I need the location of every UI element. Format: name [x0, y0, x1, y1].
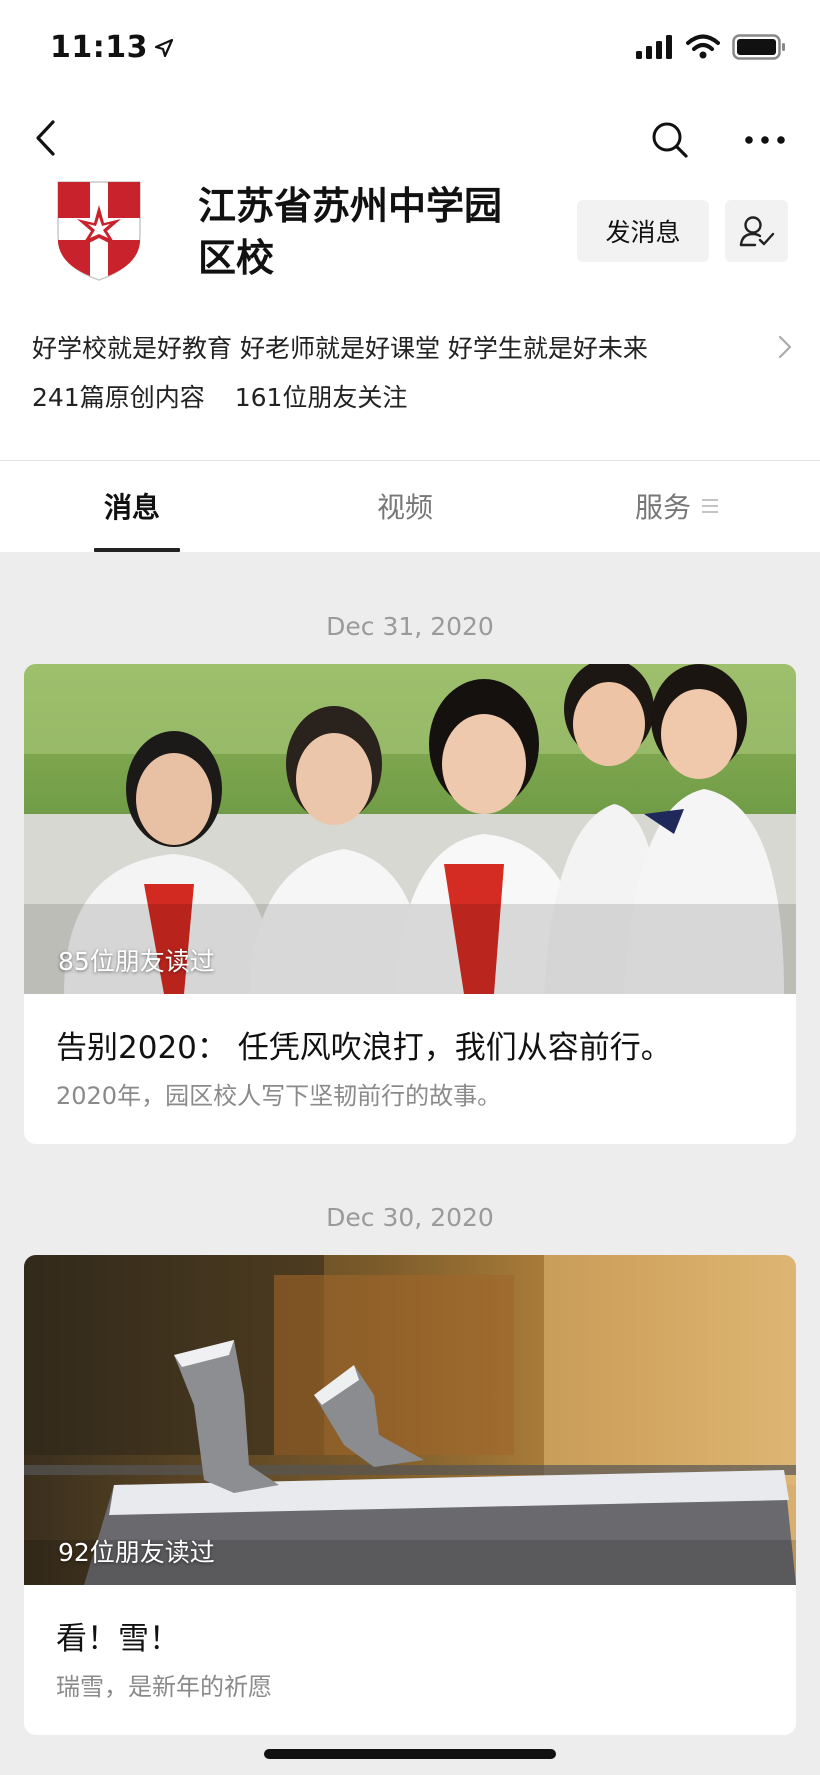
original-count[interactable]: 241篇原创内容: [32, 378, 205, 414]
article-cover-image: 92位朋友读过: [24, 1255, 796, 1585]
article-title: 告别2020： 任凭风吹浪打，我们从容前行。: [56, 1030, 672, 1066]
article-description: 瑞雪，是新年的祈愿: [56, 1673, 272, 1701]
account-avatar[interactable]: [56, 178, 142, 282]
more-button[interactable]: [742, 122, 788, 158]
status-icons: [636, 34, 786, 60]
article-title: 看！雪！: [56, 1621, 180, 1657]
account-slogan: 好学校就是好教育 好老师就是好课堂 好学生就是好未来: [32, 334, 648, 363]
article-card[interactable]: 85位朋友读过 告别2020： 任凭风吹浪打，我们从容前行。 2020年，园区校…: [24, 664, 796, 1144]
followed-button[interactable]: [725, 200, 788, 262]
account-name: 江苏省苏州中学园区校: [198, 184, 503, 280]
chevron-right-icon: [778, 335, 792, 359]
account-header: 11:13 江苏省苏州中学园区校 发消息 好学校就是好教育 好老师就是好课堂 好…: [0, 0, 820, 552]
wifi-icon: [686, 34, 720, 59]
followers-count[interactable]: 161位朋友关注: [235, 378, 408, 414]
home-indicator[interactable]: [264, 1749, 556, 1759]
back-button[interactable]: [28, 116, 62, 160]
article-cover-image: 85位朋友读过: [24, 664, 796, 994]
feed-date: Dec 30, 2020: [326, 1203, 494, 1232]
tab-messages[interactable]: 消息: [104, 486, 160, 526]
followed-user-icon: [739, 216, 774, 247]
search-icon: [652, 122, 688, 158]
article-description: 2020年，园区校人写下坚韧前行的故事。: [56, 1082, 502, 1110]
status-time: 11:13: [50, 30, 174, 65]
feed-date: Dec 31, 2020: [326, 612, 494, 641]
tab-videos[interactable]: 视频: [377, 486, 433, 526]
back-icon: [36, 120, 55, 156]
menu-icon: [702, 499, 719, 513]
read-count: 92位朋友读过: [58, 1538, 215, 1567]
active-tab-indicator: [94, 548, 180, 552]
read-count: 85位朋友读过: [58, 947, 215, 976]
signal-icon: [636, 35, 672, 59]
tab-services[interactable]: 服务: [635, 486, 719, 526]
search-button[interactable]: [648, 118, 692, 162]
account-page: 11:13 江苏省苏州中学园区校 发消息 好学校就是好教育 好老师就是好课堂 好…: [0, 0, 820, 1775]
school-shield-logo: [57, 181, 141, 281]
account-intro-link[interactable]: 好学校就是好教育 好老师就是好课堂 好学生就是好未来: [32, 327, 792, 367]
more-icon: [745, 136, 785, 144]
location-arrow-icon: [154, 38, 174, 57]
battery-icon: [732, 34, 785, 60]
header-divider: [0, 460, 820, 461]
send-message-button[interactable]: 发消息: [577, 200, 709, 262]
article-card[interactable]: 92位朋友读过 看！雪！ 瑞雪，是新年的祈愿: [24, 1255, 796, 1735]
account-stats: 241篇原创内容 161位朋友关注: [32, 378, 407, 414]
